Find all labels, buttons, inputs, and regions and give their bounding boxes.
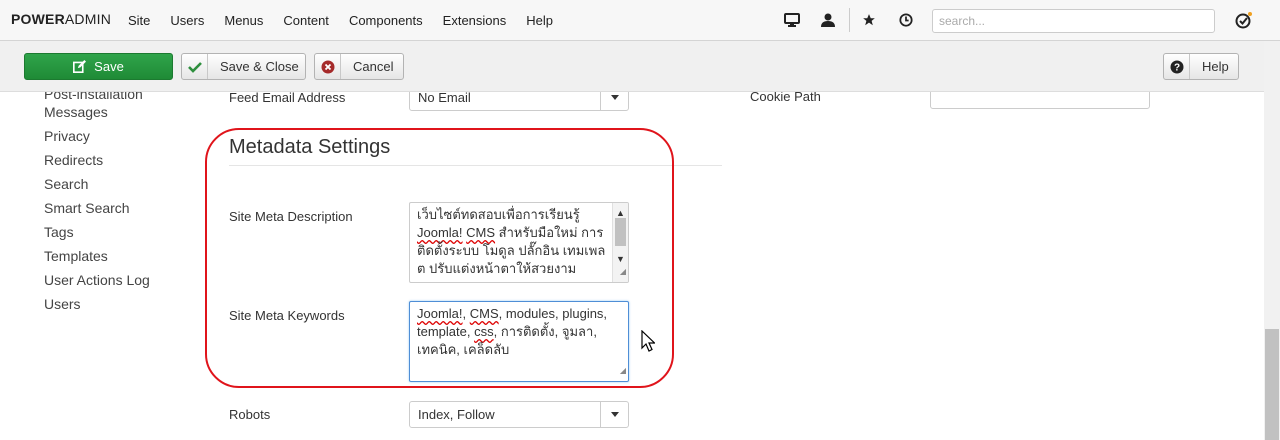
- caret-down-icon: [600, 402, 628, 427]
- meta-description-textarea[interactable]: เว็บไซต์ทดสอบเพื่อการเรียนรู้ Joomla! CM…: [409, 202, 629, 283]
- meta-keywords-line-1: Joomla!, CMS, modules, plugins,: [417, 306, 608, 321]
- sidebar-item-templates[interactable]: Templates: [44, 248, 108, 264]
- cancel-button[interactable]: Cancel: [314, 53, 404, 80]
- cookie-path-input[interactable]: [930, 92, 1150, 109]
- feed-email-label: Feed Email Address: [229, 92, 346, 105]
- resize-handle-icon[interactable]: ◢: [620, 362, 626, 380]
- save-close-button[interactable]: Save & Close: [181, 53, 306, 80]
- meta-keywords-textarea[interactable]: Joomla!, CMS, modules, plugins, template…: [409, 301, 629, 382]
- feed-email-value: No Email: [418, 92, 471, 105]
- search-input[interactable]: [932, 9, 1215, 33]
- sidebar-item-smart-search[interactable]: Smart Search: [44, 200, 130, 216]
- meta-keywords-label: Site Meta Keywords: [229, 308, 345, 323]
- robots-label: Robots: [229, 407, 271, 422]
- top-navbar: POWERADMIN Site Users Menus Content Comp…: [0, 0, 1280, 41]
- save-close-label: Save & Close: [220, 59, 299, 74]
- sidebar-item-redirects[interactable]: Redirects: [44, 152, 103, 168]
- meta-description-line-4: ต ปรับแต่งหน้าตาให้สวยงาม: [417, 261, 577, 276]
- save-button[interactable]: Save: [24, 53, 173, 80]
- user-icon[interactable]: [818, 10, 838, 30]
- toolbar: Save Save & Close Cancel ? Help: [0, 41, 1264, 92]
- robots-value: Index, Follow: [418, 407, 495, 422]
- metadata-settings-title: Metadata Settings: [229, 136, 391, 158]
- sidebar-item-privacy[interactable]: Privacy: [44, 128, 90, 144]
- save-label: Save: [94, 59, 124, 74]
- robots-select[interactable]: Index, Follow: [409, 401, 629, 428]
- brand-logo[interactable]: POWERADMIN: [11, 11, 111, 27]
- nav-separator: [849, 8, 850, 32]
- help-label: Help: [1202, 59, 1229, 74]
- feed-email-select[interactable]: No Email: [409, 92, 629, 111]
- cancel-icon: [315, 54, 341, 79]
- meta-description-line-2: Joomla! CMS สำหรับมือใหม่ การ: [417, 225, 604, 240]
- sidebar-item-user-actions-log[interactable]: User Actions Log: [44, 272, 150, 288]
- menu-users[interactable]: Users: [160, 0, 214, 41]
- svg-text:?: ?: [1173, 62, 1179, 73]
- menu-extensions[interactable]: Extensions: [433, 0, 517, 41]
- page-scroll-thumb[interactable]: [1265, 329, 1279, 440]
- question-icon: ?: [1164, 54, 1190, 79]
- sidebar-item-messages[interactable]: Messages: [44, 104, 108, 120]
- meta-description-line-1: เว็บไซต์ทดสอบเพื่อการเรียนรู้: [417, 207, 580, 222]
- brand-bold: POWER: [11, 11, 65, 27]
- sidebar-item-tags[interactable]: Tags: [44, 224, 74, 240]
- resize-handle-icon[interactable]: ◢: [620, 263, 626, 281]
- cookie-path-label: Cookie Path: [750, 92, 821, 104]
- joomla-status-icon[interactable]: [1234, 10, 1254, 30]
- section-divider: [229, 165, 722, 166]
- check-icon: [182, 54, 208, 79]
- meta-keywords-line-2: template, css, การติดตั้ง, จูมลา,: [417, 324, 597, 339]
- brand-rest: ADMIN: [64, 11, 112, 27]
- help-button[interactable]: ? Help: [1163, 53, 1239, 80]
- form-clip-top: Feed Email Address No Email Cookie Path: [200, 92, 1264, 122]
- clock-icon[interactable]: [896, 10, 916, 30]
- meta-description-line-3: ติดตั้งระบบ โมดูล ปลั๊กอิน เทมเพล: [417, 243, 606, 258]
- sidebar-item-users[interactable]: Users: [44, 296, 81, 312]
- cancel-label: Cancel: [353, 59, 394, 74]
- menu-components[interactable]: Components: [339, 0, 433, 41]
- sidebar-item-post-installation[interactable]: Post-installation: [44, 92, 143, 102]
- sidebar-clip: Post-installation Messages Privacy Redir…: [0, 92, 200, 440]
- star-icon[interactable]: [859, 10, 879, 30]
- main-menu: Site Users Menus Content Components Exte…: [118, 0, 563, 41]
- mouse-cursor-icon: [641, 329, 656, 355]
- edit-icon: [73, 60, 87, 73]
- caret-down-icon: [600, 92, 628, 110]
- menu-menus[interactable]: Menus: [214, 0, 273, 41]
- menu-site[interactable]: Site: [118, 0, 160, 41]
- menu-help[interactable]: Help: [516, 0, 563, 41]
- meta-description-label: Site Meta Description: [229, 209, 353, 224]
- scroll-thumb[interactable]: [615, 218, 626, 246]
- menu-content[interactable]: Content: [273, 0, 339, 41]
- monitor-icon[interactable]: [782, 10, 802, 30]
- sidebar-item-search[interactable]: Search: [44, 176, 88, 192]
- page-scrollbar[interactable]: [1264, 41, 1280, 440]
- meta-keywords-line-3: เทคนิค, เคล็ดลับ: [417, 342, 510, 357]
